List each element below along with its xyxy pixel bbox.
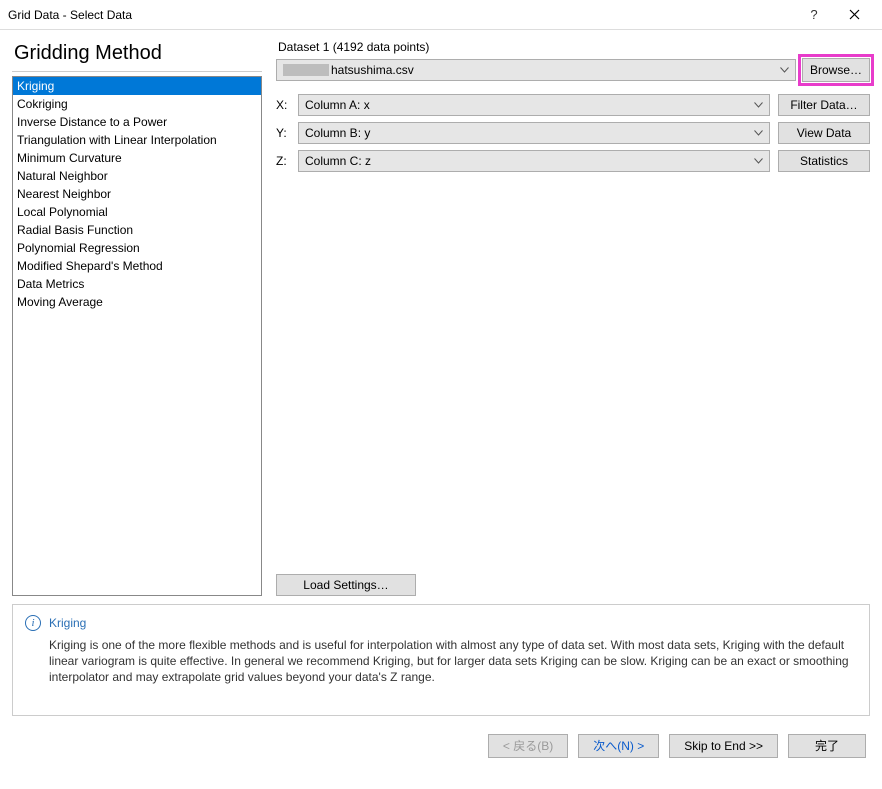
column-combo[interactable]: Column A: x bbox=[298, 94, 770, 116]
gridding-method-title: Gridding Method bbox=[12, 40, 262, 72]
finish-button[interactable]: 完了 bbox=[788, 734, 866, 758]
method-item[interactable]: Moving Average bbox=[13, 293, 261, 311]
method-item[interactable]: Modified Shepard's Method bbox=[13, 257, 261, 275]
load-settings-button[interactable]: Load Settings… bbox=[276, 574, 416, 596]
side-button[interactable]: Filter Data… bbox=[778, 94, 870, 116]
column-combo[interactable]: Column B: y bbox=[298, 122, 770, 144]
close-icon bbox=[849, 9, 860, 20]
wizard-footer: < 戻る(B) 次へ(N) > Skip to End >> 完了 bbox=[0, 716, 882, 772]
dataset-file-name: hatsushima.csv bbox=[331, 63, 414, 77]
method-item[interactable]: Kriging bbox=[13, 77, 261, 95]
back-button[interactable]: < 戻る(B) bbox=[488, 734, 568, 758]
info-panel: i Kriging Kriging is one of the more fle… bbox=[12, 604, 870, 716]
method-item[interactable]: Polynomial Regression bbox=[13, 239, 261, 257]
chevron-down-icon bbox=[754, 130, 763, 136]
file-row: hatsushima.csv Browse… bbox=[276, 58, 870, 82]
method-item[interactable]: Natural Neighbor bbox=[13, 167, 261, 185]
info-title: Kriging bbox=[49, 616, 86, 630]
help-button[interactable]: ? bbox=[794, 1, 834, 29]
column-combo[interactable]: Column C: z bbox=[298, 150, 770, 172]
info-header: i Kriging bbox=[25, 615, 857, 631]
close-button[interactable] bbox=[834, 1, 874, 29]
side-button[interactable]: View Data bbox=[778, 122, 870, 144]
method-item[interactable]: Data Metrics bbox=[13, 275, 261, 293]
method-item[interactable]: Minimum Curvature bbox=[13, 149, 261, 167]
column-value: Column B: y bbox=[305, 126, 370, 140]
skip-to-end-button[interactable]: Skip to End >> bbox=[669, 734, 778, 758]
main-content: Gridding Method KrigingCokrigingInverse … bbox=[0, 30, 882, 596]
left-panel: Gridding Method KrigingCokrigingInverse … bbox=[12, 40, 262, 596]
axis-label: X: bbox=[276, 98, 290, 112]
method-item[interactable]: Cokriging bbox=[13, 95, 261, 113]
info-body: Kriging is one of the more flexible meth… bbox=[49, 637, 857, 686]
method-item[interactable]: Nearest Neighbor bbox=[13, 185, 261, 203]
dataset-file-combo[interactable]: hatsushima.csv bbox=[276, 59, 796, 81]
right-panel: Dataset 1 (4192 data points) hatsushima.… bbox=[276, 40, 870, 596]
chevron-down-icon bbox=[780, 67, 789, 73]
next-button[interactable]: 次へ(N) > bbox=[578, 734, 659, 758]
browse-button[interactable]: Browse… bbox=[802, 58, 870, 82]
axis-label: Z: bbox=[276, 154, 290, 168]
column-row: Z: Column C: z Statistics bbox=[276, 150, 870, 172]
method-item[interactable]: Local Polynomial bbox=[13, 203, 261, 221]
info-icon: i bbox=[25, 615, 41, 631]
gridding-method-list[interactable]: KrigingCokrigingInverse Distance to a Po… bbox=[12, 76, 262, 596]
browse-highlight-annotation: Browse… bbox=[798, 54, 874, 86]
chevron-down-icon bbox=[754, 158, 763, 164]
redacted-path-prefix bbox=[283, 64, 329, 76]
dataset-label: Dataset 1 (4192 data points) bbox=[276, 40, 870, 54]
method-item[interactable]: Inverse Distance to a Power bbox=[13, 113, 261, 131]
method-item[interactable]: Radial Basis Function bbox=[13, 221, 261, 239]
chevron-down-icon bbox=[754, 102, 763, 108]
column-row: Y: Column B: y View Data bbox=[276, 122, 870, 144]
method-item[interactable]: Triangulation with Linear Interpolation bbox=[13, 131, 261, 149]
titlebar: Grid Data - Select Data ? bbox=[0, 0, 882, 30]
window-title: Grid Data - Select Data bbox=[8, 8, 794, 22]
column-value: Column A: x bbox=[305, 98, 370, 112]
column-value: Column C: z bbox=[305, 154, 371, 168]
side-button[interactable]: Statistics bbox=[778, 150, 870, 172]
column-row: X: Column A: x Filter Data… bbox=[276, 94, 870, 116]
axis-label: Y: bbox=[276, 126, 290, 140]
